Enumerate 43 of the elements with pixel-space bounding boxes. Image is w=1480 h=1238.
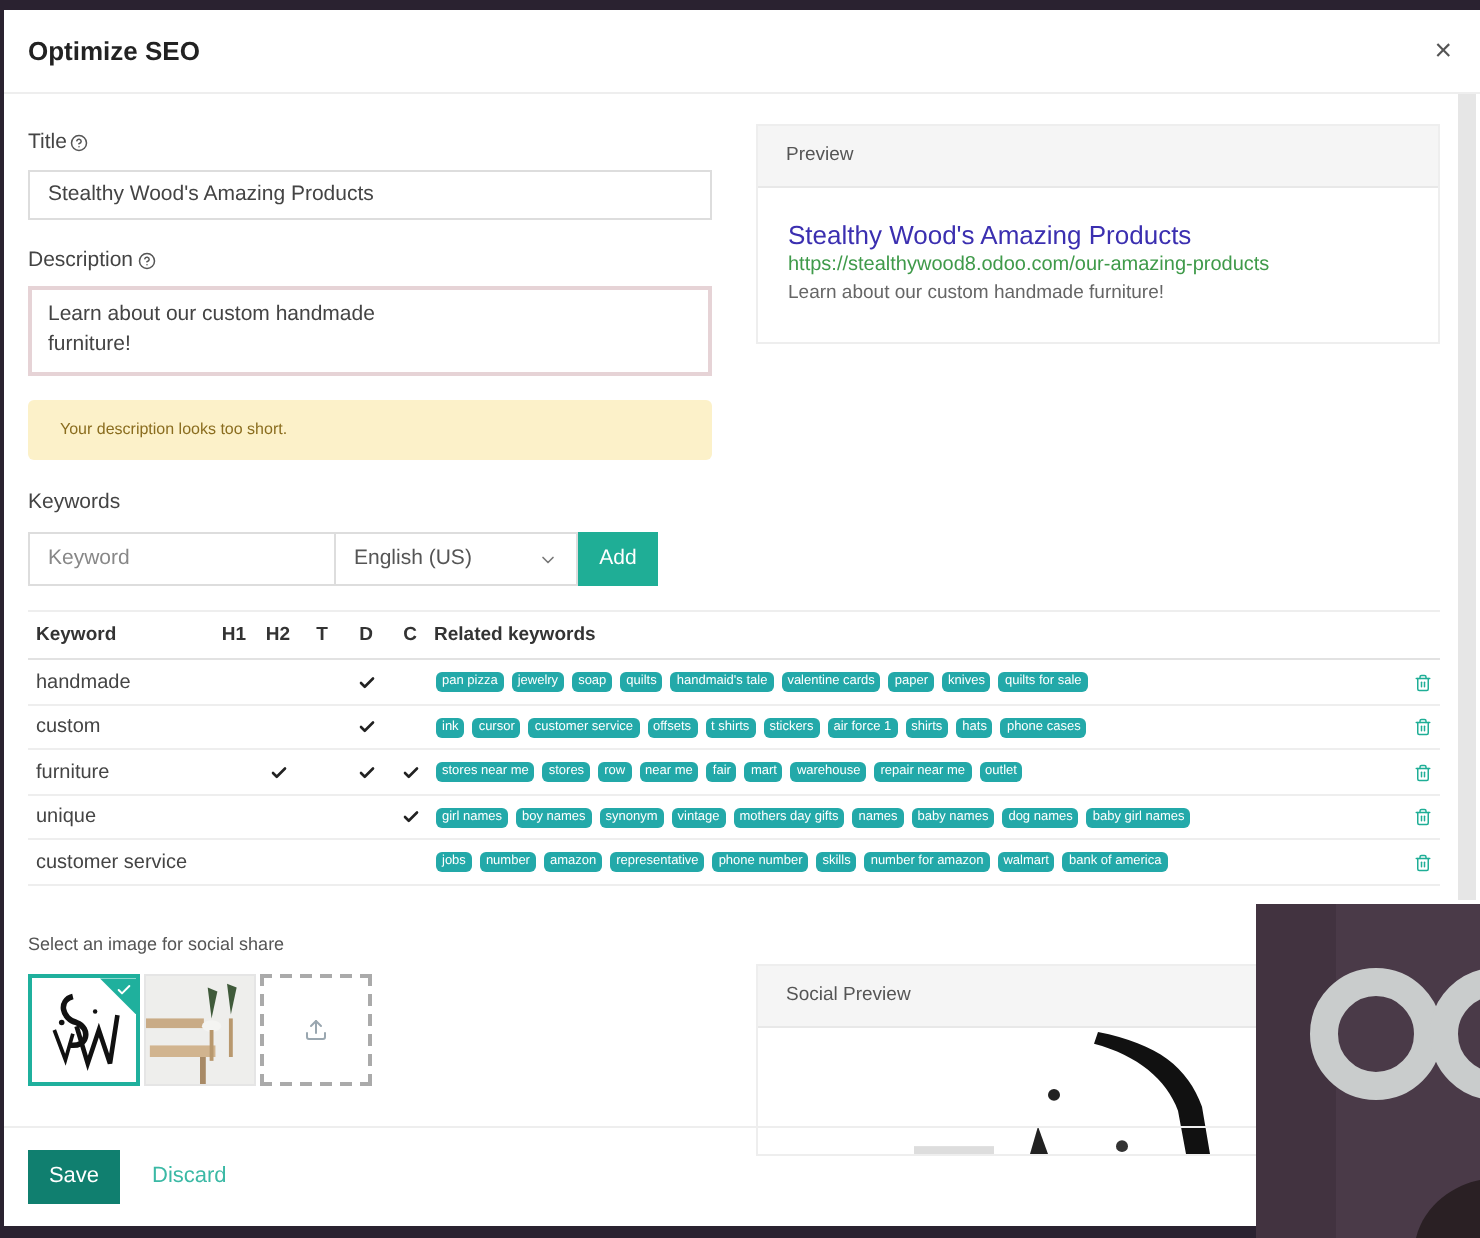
warning-alert: Your description looks too short. <box>28 399 712 459</box>
field-label: Title <box>28 128 67 158</box>
delete-icon[interactable] <box>1414 808 1432 826</box>
preview-url: https://stealthywood8.odoo.com/our-amazing-products <box>788 252 1272 280</box>
column-header: H2 <box>263 621 293 650</box>
column-header: T <box>314 621 330 650</box>
column-header: C <box>401 621 419 650</box>
keyword-cell-text: unique <box>34 804 99 832</box>
column-header: Keyword <box>34 621 119 650</box>
title-field[interactable]: Stealthy Wood's Amazing Products <box>28 169 712 220</box>
help-icon <box>137 252 156 271</box>
column-header: H1 <box>219 621 249 650</box>
keyword-cell-text: furniture <box>34 759 112 787</box>
close-button[interactable]: × <box>1434 36 1452 66</box>
keyword-cell-text: custom <box>34 714 103 742</box>
check-icon <box>116 982 132 999</box>
preview-title: Stealthy Wood's Amazing Products <box>788 220 1194 252</box>
keyword-field[interactable]: Keyword <box>28 532 336 587</box>
section-label: Keywords <box>28 487 123 517</box>
column-header: Related keywords <box>432 621 596 650</box>
section-label: Select an image for social share <box>28 931 287 958</box>
delete-icon[interactable] <box>1414 853 1432 871</box>
preview-description: Learn about our custom handmade furniture! <box>788 280 1167 306</box>
upload-tile[interactable] <box>260 974 372 1087</box>
card-header: Preview <box>786 141 854 170</box>
dialog-title: Optimize SEO <box>28 33 200 70</box>
column-header: D <box>357 621 375 650</box>
delete-icon[interactable] <box>1414 718 1432 736</box>
add-button[interactable]: Add <box>578 532 658 587</box>
scrollbar[interactable] <box>1458 94 1476 900</box>
delete-icon[interactable] <box>1414 673 1432 691</box>
field-label: Description <box>28 245 134 276</box>
delete-icon[interactable] <box>1414 763 1432 781</box>
keyword-cell-text: handmade <box>34 669 133 697</box>
language-select[interactable]: English (US) <box>336 532 578 587</box>
discard-button[interactable]: Discard <box>152 1160 227 1194</box>
save-button[interactable]: Save <box>28 1150 120 1204</box>
upload-icon <box>304 1018 328 1043</box>
keyword-cell-text: customer service <box>34 849 190 877</box>
help-icon <box>70 134 89 153</box>
description-field[interactable]: Learn about our custom handmade furniture! <box>28 285 712 375</box>
card-header: Social Preview <box>786 981 911 1010</box>
image-option[interactable] <box>28 974 140 1087</box>
